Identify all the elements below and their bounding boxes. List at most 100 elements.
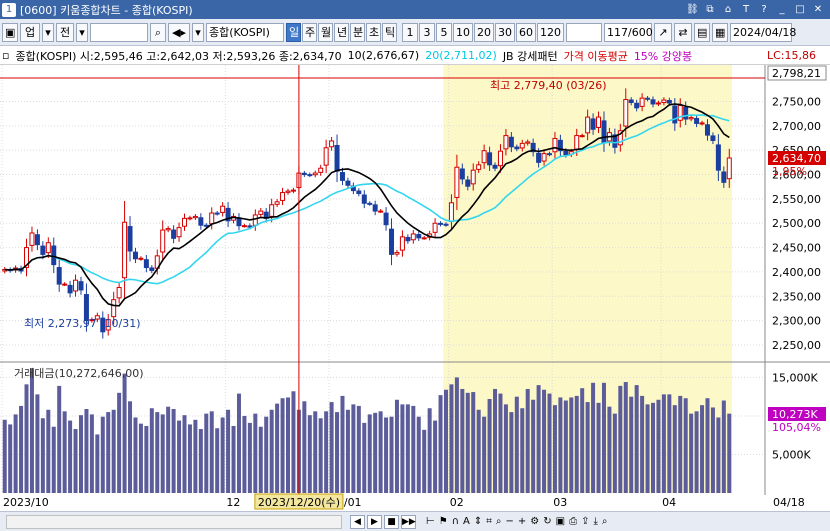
tab-period-1[interactable]: 주 — [302, 22, 317, 42]
bottom-bar: ◀ ▶ ■ ▶▶ ⊢ ⚑ ∩ A ⇕ ⌗ ⌕ − + ⚙ ↻ ▣ ⎙ ⇪ ⤓ ⌕ — [0, 511, 830, 531]
volume-bar — [694, 411, 699, 493]
ruler-icon[interactable]: ⊢ — [426, 516, 435, 527]
volume-bar — [384, 417, 389, 493]
maximize-icon[interactable]: □ — [794, 4, 806, 16]
crop-icon[interactable]: ⌗ — [486, 516, 492, 527]
market-dropdown-icon[interactable]: ▾ — [42, 22, 54, 42]
code-input[interactable]: 001 — [90, 22, 148, 42]
interval-buttons: 1 3 5 10 20 30 60 120 — [402, 22, 564, 42]
tab-period-0[interactable]: 일 — [286, 22, 301, 42]
volume-bar — [389, 416, 394, 493]
volume-bar — [215, 428, 220, 493]
nav-button-1[interactable]: ▶ — [367, 514, 382, 529]
plus-icon[interactable]: + — [518, 516, 526, 527]
count-field[interactable]: 117/600 — [604, 22, 653, 42]
period-type-select[interactable]: 전 — [56, 22, 74, 42]
interval-button-30[interactable]: 30 — [495, 22, 515, 42]
volume-bar — [329, 402, 334, 493]
chart-scrollbar[interactable] — [6, 514, 342, 529]
minimize-icon[interactable]: _ — [776, 4, 788, 16]
restore-icon[interactable]: ⧉ — [704, 4, 716, 16]
volume-bar — [209, 411, 214, 493]
speaker-icon[interactable]: ◀▸ — [168, 22, 190, 42]
volume-bar — [651, 402, 656, 493]
date-field[interactable]: 2024/04/18 — [730, 22, 796, 42]
zoom-icon[interactable]: ⌕ — [496, 516, 502, 527]
window-titlebar: 1 [0600] 키움종합차트 - 종합(KOSPI) ⛓ ⧉ ⌂ T ? _ … — [0, 0, 830, 19]
pin-icon[interactable]: ⌂ — [722, 4, 734, 16]
volume-bar — [400, 404, 405, 493]
interval-button-60[interactable]: 60 — [516, 22, 536, 42]
tab-period-6[interactable]: 틱 — [382, 22, 397, 42]
volume-bar — [710, 407, 715, 493]
magnet-icon[interactable]: ∩ — [452, 516, 459, 527]
tab-period-4[interactable]: 분 — [350, 22, 365, 42]
volume-bar — [612, 413, 617, 493]
date-tick: 2023/10 — [3, 496, 49, 509]
date-tick: 04 — [662, 496, 676, 509]
ma20-label: 20(2,711,02) — [425, 49, 497, 62]
share-icon[interactable]: ⇪ — [581, 516, 589, 527]
help-icon[interactable]: ? — [758, 4, 770, 16]
layout-icon[interactable]: ▣ — [2, 22, 18, 42]
volume-bar — [634, 385, 639, 493]
volume-bar — [40, 418, 45, 493]
refresh-icon[interactable]: ↻ — [543, 516, 551, 527]
market-select[interactable]: 업 — [20, 22, 40, 42]
nav-button-3[interactable]: ▶▶ — [401, 514, 416, 529]
price-tick: 2,750,00 — [772, 96, 821, 109]
interval-button-20[interactable]: 20 — [474, 22, 494, 42]
volume-bar — [187, 424, 192, 493]
app-icon: 1 — [2, 2, 16, 17]
volume-bar — [471, 392, 476, 493]
tab-period-2[interactable]: 월 — [318, 22, 333, 42]
volume-bar — [520, 408, 525, 493]
pct-change-tag: 1,95% — [772, 165, 807, 178]
export-icon[interactable]: ⤓ — [593, 516, 597, 527]
volume-bar — [645, 404, 650, 493]
compare-icon[interactable]: ⇄ — [674, 22, 692, 42]
interval-button-120[interactable]: 120 — [537, 22, 564, 42]
interval-input[interactable] — [566, 22, 602, 42]
search-icon[interactable]: ⌕ — [150, 22, 166, 42]
tab-period-3[interactable]: 년 — [334, 22, 349, 42]
tab-period-5[interactable]: 초 — [366, 22, 381, 42]
link-icon[interactable]: ⛓ — [686, 4, 699, 16]
chart-infobar: ▫ 종합(KOSPI) 시:2,595,46 고:2,642,03 저:2,59… — [0, 47, 830, 65]
volume-bar — [144, 425, 149, 493]
date-tick: 04/18 — [773, 496, 805, 509]
scale-icon[interactable]: ⇕ — [474, 516, 482, 527]
volume-bar — [509, 412, 514, 493]
jb-pattern-label: JB 강세패턴 — [502, 49, 558, 63]
save-icon[interactable]: ▣ — [556, 516, 565, 527]
volume-bar — [716, 417, 721, 493]
nav-button-2[interactable]: ■ — [384, 514, 399, 529]
interval-button-1[interactable]: 1 — [402, 22, 418, 42]
interval-button-10[interactable]: 10 — [453, 22, 473, 42]
tool-icon[interactable]: T — [740, 4, 752, 16]
volume-bar — [138, 423, 143, 493]
arrow-tool-icon[interactable]: ↗ — [654, 22, 672, 42]
interval-button-5[interactable]: 5 — [436, 22, 452, 42]
volume-bar — [721, 400, 726, 493]
print-icon[interactable]: ⎙ — [569, 516, 577, 527]
stock-select-icon[interactable]: ▾ — [192, 22, 204, 42]
text-icon[interactable]: A — [463, 516, 470, 527]
period-type-dropdown-icon[interactable]: ▾ — [76, 22, 88, 42]
volume-bar — [73, 429, 78, 493]
nav-button-0[interactable]: ◀ — [350, 514, 365, 529]
volume-bar — [2, 419, 7, 493]
volume-bar — [531, 399, 536, 493]
close-icon[interactable]: ✕ — [812, 4, 824, 16]
flag-icon[interactable]: ⚑ — [439, 516, 448, 527]
minus-icon[interactable]: − — [506, 516, 514, 527]
volume-bar — [438, 395, 443, 493]
calendar-icon[interactable]: ▦ — [712, 22, 728, 42]
interval-button-3[interactable]: 3 — [419, 22, 435, 42]
settings-icon[interactable]: ⚙ — [530, 516, 539, 527]
volume-bar — [242, 415, 247, 493]
chart-save-icon[interactable]: ▤ — [694, 22, 710, 42]
volume-bar — [705, 398, 710, 493]
stock-chart[interactable]: 2,750,002,700,002,650,002,600,002,550,00… — [0, 65, 830, 531]
search-icon[interactable]: ⌕ — [602, 516, 608, 527]
